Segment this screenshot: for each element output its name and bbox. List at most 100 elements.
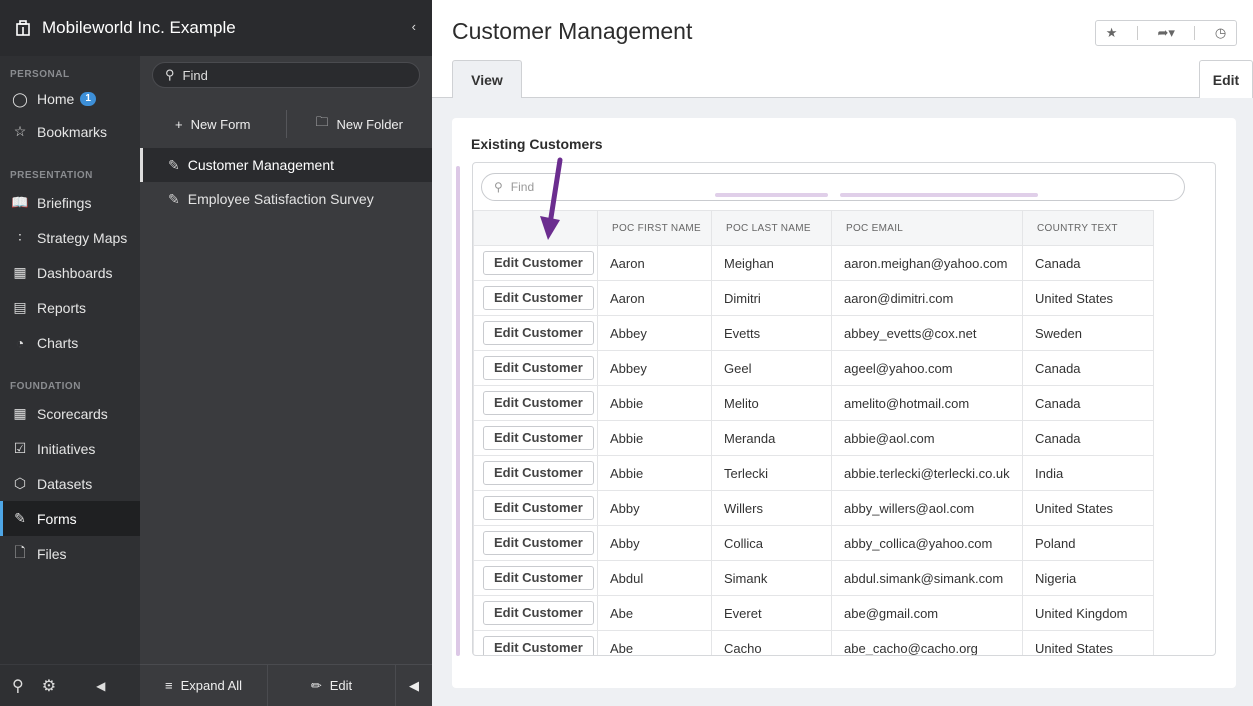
cell-first-name: Abdul [597, 560, 712, 596]
left-nav: PERSONAL ◯ Home 1 ☆ Bookmarks PRESENTATI… [0, 0, 140, 706]
building-icon [14, 19, 32, 37]
edit-customer-button[interactable]: Edit Customer [483, 566, 594, 590]
nav-item-forms[interactable]: ✎ Forms [0, 501, 140, 536]
clock-icon[interactable]: ◷ [1215, 25, 1226, 41]
column-header[interactable]: POC EMAIL [831, 210, 1023, 246]
cell-country: Nigeria [1022, 560, 1154, 596]
cell-country: United States [1022, 280, 1154, 316]
tab-edit[interactable]: Edit [1199, 60, 1253, 98]
tab-view[interactable]: View [452, 60, 522, 99]
gear-icon[interactable]: ⚙ [42, 676, 56, 696]
panel-search-input[interactable]: ⚲ Find [152, 62, 420, 88]
nav-item-label: Dashboards [37, 264, 113, 281]
form-icon: ✎ [168, 190, 180, 207]
nav-item-dashboards[interactable]: ▦ Dashboards [0, 255, 140, 290]
collapse-left-icon[interactable]: ◀ [96, 679, 105, 693]
cell-action: Edit Customer [473, 420, 598, 456]
star-icon[interactable]: ★ [1106, 25, 1118, 41]
cell-action: Edit Customer [473, 350, 598, 386]
cell-first-name: Abbey [597, 350, 712, 386]
cube-icon: ⬡ [13, 475, 27, 491]
org-header[interactable]: Mobileworld Inc. Example ‹ [0, 0, 432, 56]
star-outline-icon: ☆ [13, 123, 27, 139]
cell-country: India [1022, 455, 1154, 491]
panel-actions: + New Form 🗀 New Folder [140, 104, 432, 144]
edit-customer-button[interactable]: Edit Customer [483, 356, 594, 380]
cell-last-name: Collica [711, 525, 832, 561]
expand-all-button[interactable]: ≡ Expand All [140, 664, 268, 706]
edit-button[interactable]: ✏ Edit [268, 664, 396, 706]
cell-last-name: Dimitri [711, 280, 832, 316]
share-icon[interactable]: ➦▾ [1157, 25, 1174, 41]
section-personal: PERSONAL [10, 68, 70, 80]
nav-item-scorecards[interactable]: ▦ Scorecards [0, 396, 140, 431]
pencil-icon: ✏ [310, 677, 322, 693]
grid-search-input[interactable]: ⚲ Find [481, 173, 1185, 201]
collapse-panel-icon[interactable]: ◀ [396, 665, 432, 706]
nav-item-label: Files [37, 545, 67, 562]
edit-label: Edit [329, 678, 353, 693]
edit-customer-button[interactable]: Edit Customer [483, 391, 594, 415]
cell-email: aaron.meighan@yahoo.com [831, 245, 1023, 281]
cell-country: United States [1022, 490, 1154, 526]
nav-item-datasets[interactable]: ⬡ Datasets [0, 466, 140, 501]
edit-customer-button[interactable]: Edit Customer [483, 636, 594, 655]
nav-item-label: Initiatives [37, 440, 96, 457]
customers-table: POC FIRST NAME POC LAST NAME POC EMAIL C… [473, 210, 1154, 655]
nav-item-briefings[interactable]: 📖 Briefings [0, 185, 140, 220]
nav-item-strategy-maps[interactable]: ∶ Strategy Maps [0, 220, 140, 255]
column-header[interactable]: COUNTRY TEXT [1022, 210, 1154, 246]
edit-customer-button[interactable]: Edit Customer [483, 461, 594, 485]
nav-item-label: Strategy Maps [37, 229, 128, 246]
cell-first-name: Abby [597, 490, 712, 526]
form-item-customer-management[interactable]: ✎ Customer Management [140, 148, 432, 182]
edit-customer-button[interactable]: Edit Customer [483, 286, 594, 310]
nav-item-charts[interactable]: ◔ Charts [0, 325, 140, 360]
cell-country: United Kingdom [1022, 595, 1154, 631]
chevron-left-icon[interactable]: ‹ [412, 19, 416, 34]
column-header [473, 210, 598, 246]
edit-customer-button[interactable]: Edit Customer [483, 426, 594, 450]
nav-item-files[interactable]: 🗋 Files [0, 536, 140, 571]
table-row: Edit Customer Abby Willers abby_willers@aol… [473, 490, 1154, 526]
cell-email: aaron@dimitri.com [831, 280, 1023, 316]
new-form-button[interactable]: + New Form [140, 104, 286, 144]
nav-item-label: Datasets [37, 475, 93, 492]
column-header[interactable]: POC FIRST NAME [597, 210, 712, 246]
divider [1136, 26, 1138, 40]
nav-item-initiatives[interactable]: ☑ Initiatives [0, 431, 140, 466]
column-header[interactable]: POC LAST NAME [711, 210, 832, 246]
nav-item-home[interactable]: ◯ Home 1 [0, 84, 140, 114]
cell-first-name: Abbie [597, 420, 712, 456]
edit-customer-button[interactable]: Edit Customer [483, 531, 594, 555]
edit-customer-button[interactable]: Edit Customer [483, 251, 594, 275]
edit-customer-button[interactable]: Edit Customer [483, 601, 594, 625]
nav-item-bookmarks[interactable]: ☆ Bookmarks [0, 114, 140, 149]
tabs-bar: View Edit [432, 60, 1253, 99]
selection-rail [456, 166, 460, 656]
new-folder-button[interactable]: 🗀 New Folder [287, 104, 433, 144]
expand-all-label: Expand All [180, 678, 243, 693]
table-row: Edit Customer Abdul Simank abdul.simank@sim… [473, 560, 1154, 596]
edit-customer-button[interactable]: Edit Customer [483, 496, 594, 520]
cell-first-name: Abe [597, 595, 712, 631]
cell-country: United States [1022, 630, 1154, 655]
cell-first-name: Abbey [597, 315, 712, 351]
cell-first-name: Aaron [597, 245, 712, 281]
cell-last-name: Melito [711, 385, 832, 421]
page-title: Customer Management [452, 18, 693, 44]
new-folder-label: New Folder [336, 116, 403, 132]
cell-first-name: Abe [597, 630, 712, 655]
table-row: Edit Customer Aaron Meighan aaron.meighan@y… [473, 245, 1154, 281]
nav-item-reports[interactable]: ▤ Reports [0, 290, 140, 325]
form-item-employee-survey[interactable]: ✎ Employee Satisfaction Survey [140, 182, 432, 216]
search-icon[interactable]: ⚲ [12, 676, 24, 696]
cell-last-name: Willers [711, 490, 832, 526]
annotation-arrow-icon [540, 157, 563, 240]
pie-chart-icon: ◔ [15, 334, 25, 351]
edit-customer-button[interactable]: Edit Customer [483, 321, 594, 345]
cell-last-name: Evetts [711, 315, 832, 351]
cell-last-name: Geel [711, 350, 832, 386]
form-item-label: Employee Satisfaction Survey [187, 191, 374, 207]
person-icon: ◯ [12, 90, 28, 107]
